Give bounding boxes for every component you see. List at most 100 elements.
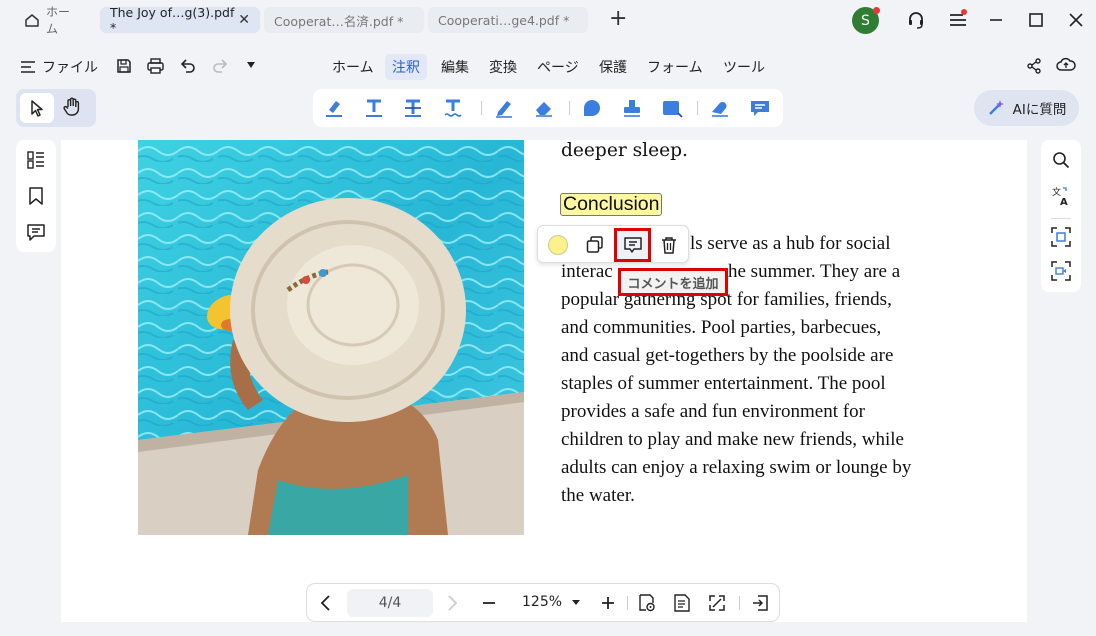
- annotation-context-toolbar: [537, 225, 689, 263]
- tab-document-active[interactable]: The Joy of…g(3).pdf * ✕: [100, 5, 260, 35]
- read-mode-icon[interactable]: [638, 594, 656, 612]
- translate-icon[interactable]: 文A: [1051, 186, 1071, 206]
- comment-list-icon[interactable]: [749, 98, 771, 118]
- pool-photo: [138, 140, 524, 535]
- select-tool-button[interactable]: [20, 93, 54, 123]
- tab-home[interactable]: ホーム: [14, 5, 88, 36]
- zoom-level-dropdown[interactable]: 125%: [522, 594, 581, 610]
- toolbar-divider: [697, 101, 698, 115]
- hand-icon: [62, 97, 82, 117]
- hand-tool-button[interactable]: [62, 97, 82, 117]
- tab-document[interactable]: Cooperat…名済.pdf *: [264, 7, 424, 33]
- undo-icon[interactable]: [180, 58, 196, 74]
- paragraph-line: and communities. Pool parties, barbecues…: [561, 317, 882, 338]
- cloud-icon[interactable]: [1056, 57, 1076, 73]
- page-layout-icon[interactable]: [673, 594, 691, 612]
- menu-annotate[interactable]: 注釈: [385, 54, 427, 80]
- stamp-icon[interactable]: [621, 98, 643, 118]
- fit-page-icon[interactable]: [708, 594, 726, 612]
- notification-dot: [873, 7, 880, 14]
- underline-text-icon[interactable]: [363, 98, 385, 118]
- exit-fullscreen-icon[interactable]: [751, 594, 769, 612]
- highlight-icon[interactable]: [323, 98, 345, 118]
- redo-icon[interactable]: [212, 58, 228, 74]
- zoom-in-icon[interactable]: [600, 595, 616, 611]
- menu-protect[interactable]: 保護: [592, 54, 634, 80]
- toolbar-divider: [739, 596, 740, 610]
- tab-label: Cooperat…名済.pdf *: [274, 13, 404, 29]
- annotation-toolbar: [313, 89, 783, 127]
- tab-label: Cooperati…ge4.pdf *: [438, 12, 570, 28]
- left-sidebar: [16, 140, 56, 252]
- thumbnails-icon[interactable]: [27, 151, 45, 169]
- sticky-note-icon[interactable]: [581, 98, 603, 118]
- menu-edit[interactable]: 編集: [434, 54, 476, 80]
- toolbar-divider: [569, 101, 570, 115]
- file-menu-button[interactable]: ファイル: [20, 57, 98, 77]
- page-number-input[interactable]: 4/4: [347, 589, 433, 617]
- sidebar-divider: [1051, 218, 1071, 219]
- add-comment-button[interactable]: [614, 228, 651, 262]
- hamburger-icon: [20, 60, 36, 74]
- delete-icon[interactable]: [660, 236, 678, 254]
- paragraph-line: the water.: [561, 485, 635, 506]
- new-tab-button[interactable]: +: [609, 6, 627, 31]
- paragraph-line: adults can enjoy a relaxing swim or loun…: [561, 457, 912, 478]
- paragraph-line: children to play and make new friends, w…: [561, 429, 904, 450]
- ask-ai-button[interactable]: AIに質問: [974, 90, 1079, 126]
- home-icon: [24, 12, 40, 28]
- next-page-icon[interactable]: [445, 594, 459, 612]
- maximize-icon[interactable]: [1024, 8, 1048, 32]
- zoom-out-icon[interactable]: [481, 595, 497, 611]
- print-icon[interactable]: [147, 58, 164, 74]
- menu-tools[interactable]: ツール: [716, 54, 772, 80]
- signature-icon[interactable]: [709, 98, 731, 118]
- save-icon[interactable]: [116, 58, 132, 74]
- paragraph-line: ls serve as a hub for social: [690, 233, 891, 254]
- pencil-icon[interactable]: [493, 98, 515, 118]
- paragraph-line: staples of summer entertainment. The poo…: [561, 373, 886, 394]
- svg-text:A: A: [1060, 197, 1068, 206]
- quick-access-dropdown-icon[interactable]: [246, 61, 256, 69]
- conclusion-heading-highlighted[interactable]: Conclusion: [560, 193, 663, 216]
- tab-home-label: ホーム: [46, 5, 71, 36]
- comment-icon: [623, 236, 642, 254]
- chevron-down-icon: [572, 600, 581, 606]
- minimize-icon[interactable]: [984, 8, 1008, 32]
- add-comment-tooltip: コメントを追加: [618, 268, 728, 296]
- squiggly-text-icon[interactable]: [442, 98, 464, 118]
- strikethrough-text-icon[interactable]: [402, 98, 424, 118]
- menu-convert[interactable]: 変換: [482, 54, 524, 80]
- highlight-color-swatch[interactable]: [548, 235, 568, 255]
- comments-panel-icon[interactable]: [27, 223, 45, 241]
- page-navigation-bar: 4/4 125%: [306, 583, 780, 622]
- menu-form[interactable]: フォーム: [640, 54, 710, 80]
- right-sidebar: 文A: [1041, 140, 1081, 292]
- tab-label: The Joy of…g(3).pdf *: [110, 5, 235, 35]
- avatar-letter: S: [861, 12, 870, 29]
- bookmark-icon[interactable]: [28, 187, 44, 205]
- paragraph-line: provides a safe and fun environment for: [561, 401, 865, 422]
- menu-home[interactable]: ホーム: [325, 54, 381, 80]
- cursor-icon: [29, 99, 45, 117]
- toolbar-divider: [481, 101, 482, 115]
- eraser-icon[interactable]: [533, 98, 555, 118]
- ask-ai-label: AIに質問: [1012, 102, 1067, 118]
- previous-page-icon[interactable]: [319, 594, 333, 612]
- ocr-icon[interactable]: [1051, 227, 1071, 247]
- file-menu-label: ファイル: [42, 60, 98, 76]
- paragraph-line: he summer. They are a: [728, 261, 901, 282]
- copy-icon[interactable]: [586, 236, 604, 254]
- zoom-value: 125%: [522, 594, 563, 610]
- close-window-icon[interactable]: [1064, 8, 1088, 32]
- tab-document[interactable]: Cooperati…ge4.pdf *: [428, 7, 588, 33]
- menu-page[interactable]: ページ: [530, 54, 586, 80]
- support-icon[interactable]: [904, 8, 928, 32]
- paragraph-line: and casual get-togethers by the poolside…: [561, 345, 894, 366]
- search-icon[interactable]: [1052, 151, 1070, 169]
- share-icon[interactable]: [1026, 58, 1042, 74]
- toolbar-divider: [627, 596, 628, 610]
- shape-icon[interactable]: [661, 98, 683, 118]
- screen-record-icon[interactable]: [1051, 261, 1071, 281]
- close-icon[interactable]: ✕: [238, 12, 250, 28]
